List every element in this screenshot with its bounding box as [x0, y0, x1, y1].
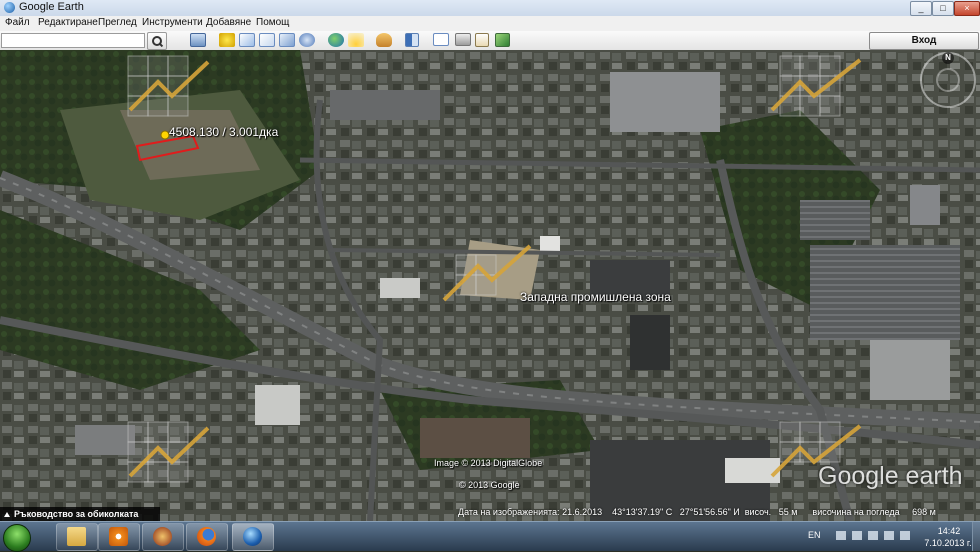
- menu-file[interactable]: Файл: [5, 17, 30, 28]
- taskbar-game[interactable]: [142, 523, 184, 551]
- menu-bar: Файл Редактиране Преглед Инструменти Доб…: [0, 16, 980, 31]
- tour-guide-button[interactable]: Ръководство за обиколката: [0, 507, 160, 521]
- placemark-label[interactable]: 4508.130 / 3.001дка: [169, 125, 278, 139]
- view-in-maps-icon[interactable]: [495, 33, 510, 47]
- tour-guide-label: Ръководство за обиколката: [14, 509, 139, 519]
- imagery-date: 21.6.2013: [562, 507, 603, 517]
- volume-icon[interactable]: [900, 531, 910, 540]
- flag-icon[interactable]: [868, 531, 878, 540]
- status-bar: Дата на изображенията: 21.6.2013 43°13'3…: [458, 507, 936, 517]
- placemark-pin: [160, 130, 170, 140]
- elevation-label: височ.: [744, 507, 772, 517]
- media-player-icon: [109, 527, 128, 546]
- google-earth-taskbar-icon: [243, 527, 262, 546]
- planets-icon[interactable]: [376, 33, 392, 47]
- taskbar: EN 14:42 7.10.2013 г.: [0, 521, 980, 552]
- minimize-button[interactable]: _: [910, 1, 932, 16]
- maximize-button[interactable]: □: [932, 1, 954, 16]
- add-path-icon[interactable]: [259, 33, 275, 47]
- map-view[interactable]: 4508.130 / 3.001дка Западна промишлена з…: [0, 50, 980, 521]
- window-title: Google Earth: [19, 1, 84, 13]
- sunlight-icon[interactable]: [348, 33, 364, 47]
- menu-view[interactable]: Преглед: [98, 17, 137, 28]
- record-tour-icon[interactable]: [299, 33, 315, 47]
- latitude: 43°13'37.19" С: [612, 507, 673, 517]
- longitude: 27°51'56.56" И: [679, 507, 740, 517]
- satellite-imagery: [0, 50, 980, 521]
- add-polygon-icon[interactable]: [239, 33, 255, 47]
- tray-app-icon[interactable]: [852, 531, 862, 540]
- look-joystick-icon[interactable]: [936, 68, 960, 92]
- eye-altitude-label: височина на погледа: [812, 507, 900, 517]
- google-copyright: © 2013 Google: [459, 480, 520, 490]
- google-earth-icon: [4, 2, 15, 13]
- menu-add[interactable]: Добавяне: [206, 17, 251, 28]
- start-button[interactable]: [3, 524, 31, 552]
- add-placemark-icon[interactable]: [219, 33, 235, 47]
- imagery-date-label: Дата на изображенията:: [458, 507, 560, 517]
- historical-imagery-icon[interactable]: [328, 33, 344, 47]
- taskbar-firefox[interactable]: [186, 523, 228, 551]
- search-button[interactable]: [147, 32, 167, 50]
- zone-label[interactable]: Западна промишлена зона: [520, 290, 671, 304]
- print-icon[interactable]: [455, 33, 471, 46]
- close-button[interactable]: ×: [954, 1, 980, 16]
- navigation-compass[interactable]: N: [920, 52, 976, 108]
- firefox-icon: [197, 527, 216, 546]
- clock-time[interactable]: 14:42: [928, 526, 970, 536]
- game-icon: [153, 527, 172, 546]
- imagery-copyright: Image © 2013 DigitalGlobe: [434, 458, 543, 468]
- taskbar-google-earth[interactable]: [232, 523, 274, 551]
- sidebar-toggle-icon[interactable]: [190, 33, 206, 47]
- search-input[interactable]: [1, 33, 145, 48]
- tray-arrow-icon[interactable]: [836, 531, 846, 540]
- taskbar-media-player[interactable]: [98, 523, 140, 551]
- chevron-up-icon: [4, 512, 10, 518]
- taskbar-explorer[interactable]: [56, 523, 98, 551]
- folder-icon: [67, 527, 86, 546]
- add-overlay-icon[interactable]: [279, 33, 295, 47]
- show-desktop-button[interactable]: [972, 522, 980, 551]
- network-icon[interactable]: [884, 531, 894, 540]
- compass-north-icon[interactable]: N: [942, 52, 954, 64]
- sign-in-button[interactable]: Вход: [869, 32, 979, 50]
- eye-altitude: 698 м: [912, 507, 936, 517]
- menu-tools[interactable]: Инструменти: [142, 17, 203, 28]
- title-bar: Google Earth _ □ ×: [0, 0, 980, 17]
- email-icon[interactable]: [433, 33, 449, 46]
- toolbar: Вход: [0, 31, 980, 51]
- clock-date[interactable]: 7.10.2013 г.: [918, 538, 978, 548]
- google-earth-logo: Google earth: [818, 462, 963, 490]
- menu-help[interactable]: Помощ: [256, 17, 289, 28]
- ruler-icon[interactable]: [405, 33, 419, 47]
- elevation: 55 м: [778, 507, 798, 517]
- language-indicator[interactable]: EN: [808, 530, 821, 540]
- menu-edit[interactable]: Редактиране: [38, 17, 98, 28]
- save-image-icon[interactable]: [475, 33, 489, 47]
